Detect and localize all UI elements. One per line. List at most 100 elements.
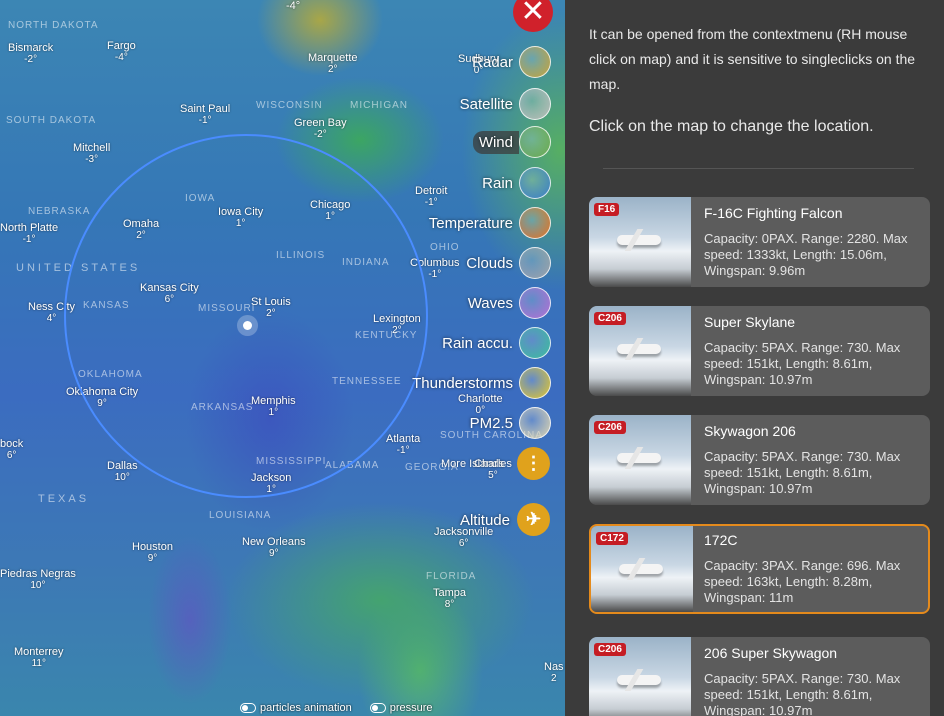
city-name: Marquette: [308, 52, 358, 64]
city-label: bock 6°: [0, 438, 23, 462]
city-label: -4°: [286, 0, 300, 12]
layer-label: Rain: [482, 174, 513, 192]
city-temperature: 9°: [147, 553, 158, 564]
city-label: Houston 9°: [132, 541, 173, 565]
city-temperature: 6°: [458, 538, 469, 549]
aircraft-title: 172C: [704, 532, 738, 548]
layer-label: Temperature: [428, 214, 513, 232]
divider: [603, 168, 914, 169]
plane-icon[interactable]: ✈: [517, 503, 550, 536]
pressure-label: pressure: [389, 702, 433, 714]
pm25-thumbnail-icon: [519, 407, 551, 439]
city-label: Bismarck -2°: [8, 42, 53, 66]
aircraft-type-badge: C172: [596, 532, 628, 545]
rain-thumbnail-icon: [519, 167, 551, 199]
aircraft-specs: Capacity: 5PAX. Range: 730. Max speed: 1…: [704, 340, 901, 387]
aircraft-type-badge: C206: [594, 312, 626, 325]
map-bottom-bar: particles animation pressure: [240, 702, 433, 714]
layer-label: PM2.5: [469, 414, 513, 432]
layer-label: Thunderstorms: [412, 374, 513, 392]
city-name: Dallas: [107, 460, 138, 472]
city-name: Tampa: [433, 587, 467, 599]
region-label: WISCONSIN: [256, 100, 323, 111]
city-temperature: -2°: [313, 129, 327, 140]
city-name: Charles: [474, 458, 512, 470]
location-marker[interactable]: [243, 321, 252, 330]
temperature-thumbnail-icon: [519, 207, 551, 239]
city-temperature: -2°: [24, 54, 38, 65]
city-temperature: -3°: [85, 154, 99, 165]
city-temperature: 2°: [327, 64, 338, 75]
city-name: New Orleans: [242, 536, 306, 548]
layer-satellite[interactable]: Satellite: [460, 87, 551, 121]
city-name: Detroit: [415, 185, 448, 197]
aircraft-type-badge: C206: [594, 421, 626, 434]
weather-map[interactable]: NORTH DAKOTA Bismarck -2° Fargo -4° SOUTH DAK…: [0, 0, 565, 716]
city-name: Green Bay: [294, 117, 347, 129]
city-label: Atlanta -1°: [386, 433, 420, 457]
pressure-toggle[interactable]: pressure: [369, 702, 433, 714]
city-label: Mitchell -3°: [73, 142, 110, 166]
aircraft-card[interactable]: C206 206 Super Skywagon Capacity: 5PAX. Ra…: [589, 637, 930, 716]
city-temperature: -1°: [22, 234, 36, 245]
layer-rain[interactable]: Rain: [482, 166, 551, 200]
city-temperature: 2: [551, 673, 557, 684]
aircraft-icon: [617, 453, 661, 463]
city-label: Marquette 2°: [308, 52, 358, 76]
city-name: Piedras Negras: [0, 568, 76, 580]
particles-label: particles animation: [260, 702, 352, 714]
city-temperature: 9°: [269, 548, 279, 559]
region-label: LOUISIANA: [209, 510, 272, 521]
layer-temperature[interactable]: Temperature: [429, 206, 551, 240]
city-label: Piedras Negras 10°: [0, 568, 76, 592]
aircraft-title: 206 Super Skywagon: [704, 645, 838, 661]
waves-thumbnail-icon: [519, 287, 551, 319]
city-name: Atlanta: [386, 433, 421, 445]
aircraft-card[interactable]: C172 172C Capacity: 3PAX. Range: 696. Max …: [589, 524, 930, 614]
region-label: FLORIDA: [426, 571, 477, 582]
wind-thumbnail-icon: [519, 126, 551, 158]
city-label: Fargo -4°: [107, 40, 136, 64]
aircraft-card[interactable]: F16 F-16C Fighting Falcon Capacity: 0PAX. …: [589, 197, 930, 287]
aircraft-title: Skywagon 206: [704, 423, 796, 439]
aircraft-card[interactable]: C206 Skywagon 206 Capacity: 5PAX. Range: 7…: [589, 415, 930, 505]
city-label: Dallas 10°: [107, 460, 138, 484]
more-layers-button[interactable]: ⋮: [517, 447, 550, 480]
aircraft-card[interactable]: C206 Super Skylane Capacity: 5PAX. Range: …: [589, 306, 930, 396]
particles-toggle[interactable]: particles animation: [240, 702, 352, 714]
city-label: Charles 5°: [474, 458, 512, 482]
range-circle: [64, 134, 428, 498]
thunderstorms-thumbnail-icon: [519, 367, 551, 399]
city-label: Tampa 8°: [433, 587, 466, 611]
city-temperature: 5°: [488, 470, 498, 481]
layer-waves[interactable]: Waves: [468, 286, 551, 320]
city-temperature: 6°: [6, 450, 17, 461]
layer-label: Clouds: [466, 254, 513, 272]
layer-clouds[interactable]: Clouds: [466, 246, 551, 280]
aircraft-icon: [617, 344, 661, 354]
altitude-control[interactable]: Altitude: [460, 503, 516, 537]
layer-label: Radar: [472, 53, 513, 71]
layer-pm2-5[interactable]: PM2.5: [470, 406, 551, 440]
layer-wind[interactable]: Wind: [472, 125, 551, 159]
city-temperature: 10°: [114, 472, 130, 483]
close-button[interactable]: ✕: [513, 0, 553, 32]
toggle-icon: [240, 703, 256, 714]
aircraft-type-badge: C206: [594, 643, 626, 656]
city-temperature: -1°: [396, 445, 410, 456]
city-label: Saint Paul -1°: [180, 103, 230, 127]
aircraft-title: F-16C Fighting Falcon: [704, 205, 843, 221]
city-label: North Platte -1°: [0, 222, 58, 246]
layer-rain-accu[interactable]: Rain accu.: [442, 326, 551, 360]
aircraft-specs: Capacity: 3PAX. Range: 696. Max speed: 1…: [704, 558, 901, 605]
layer-thunderstorms[interactable]: Thunderstorms: [412, 366, 551, 400]
aircraft-icon: [617, 675, 661, 685]
layer-label: Satellite: [459, 95, 513, 113]
region-label: TEXAS: [38, 493, 90, 505]
city-label: Green Bay -2°: [294, 117, 347, 141]
city-name: Bismarck: [8, 42, 54, 54]
region-label: NORTH DAKOTA: [8, 20, 99, 31]
layer-radar[interactable]: Radar: [472, 45, 551, 79]
city-temperature: -1°: [198, 115, 212, 126]
city-label: Nas 2: [544, 661, 564, 685]
